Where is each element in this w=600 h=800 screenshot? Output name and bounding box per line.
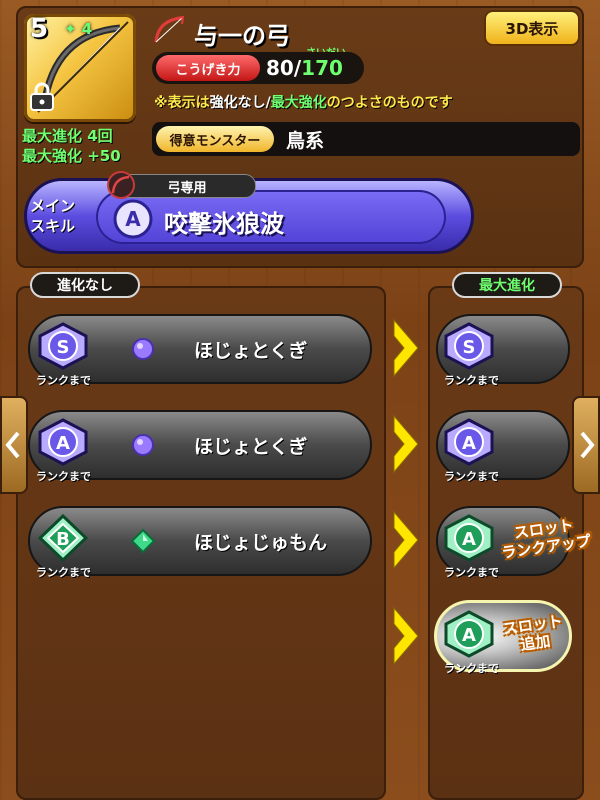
max-slot-1-rank-note: ランクまで — [444, 374, 499, 387]
attack-label: こうげき力 — [156, 55, 260, 81]
rank-a-badge: A — [38, 418, 88, 466]
max-slot-4-rank: A — [462, 625, 476, 646]
evolution-info: 最大進化 4回 最大強化 +50 — [22, 126, 121, 166]
rank-a-green-badge: A — [444, 514, 494, 562]
max-slot-2-rank: A — [462, 433, 476, 454]
max-slot-1-rank: S — [463, 337, 476, 358]
arrow-right-icon — [393, 414, 419, 474]
note-part5: のつよさのものです — [326, 95, 453, 111]
main-skill-label: メイン スキル — [30, 196, 75, 236]
gem-purple-icon — [132, 338, 154, 360]
arrow-right-icon — [393, 318, 419, 378]
max-evolution: 最大進化 4回 — [22, 127, 113, 145]
max-slot-3-rank-note: ランクまで — [444, 566, 499, 579]
max-enhance: 最大強化 +50 — [22, 147, 121, 165]
base-slot-1-rank-note: ランクまで — [36, 374, 91, 387]
favored-monster-row: 得意モンスター 鳥系 — [152, 122, 580, 156]
favored-monster-label: 得意モンスター — [156, 126, 274, 152]
attack-stat-row: こうげき力 80 / 170 — [152, 52, 364, 84]
max-slot-3-rank: A — [462, 529, 476, 550]
base-slot-3-name: ほじょじゅもん — [194, 532, 328, 554]
base-panel-title: 進化なし — [30, 272, 140, 298]
base-slot-2-rank: A — [56, 433, 70, 454]
max-panel-title: 最大進化 — [452, 272, 562, 298]
max-slot-4-rank-note: ランクまで — [444, 662, 499, 675]
star-count-value: 4 — [81, 20, 93, 38]
bow-type-icon — [154, 15, 185, 43]
base-slot-3-rank: B — [56, 529, 70, 550]
rank-a-badge: A — [444, 418, 494, 466]
base-slot-2-name: ほじょとくぎ — [194, 436, 308, 458]
base-slot-1-name: ほじょとくぎ — [194, 340, 308, 362]
weapon-name: 与一の弓 — [194, 22, 290, 50]
main-skill-label-line1: メイン — [30, 197, 76, 215]
weapon-rank: 5 — [30, 14, 49, 44]
max-slot-2-rank-note: ランクまで — [444, 470, 499, 483]
note-part4: 最大強化 — [270, 95, 327, 111]
chevron-left-icon — [5, 431, 20, 459]
note-part2: 強化なし — [209, 95, 266, 111]
rank-a-green-badge: A — [444, 610, 494, 658]
rank-b-badge: B — [37, 514, 89, 562]
base-slot-3-rank-note: ランクまで — [36, 566, 91, 579]
favored-monster-value: 鳥系 — [286, 129, 325, 152]
rank-a-badge: A — [113, 199, 153, 239]
gem-green-icon — [130, 528, 156, 554]
next-weapon-tab[interactable] — [572, 396, 600, 494]
attack-max: 170 — [301, 56, 343, 80]
stat-note: ※表示は強化なし/最大強化のつよさのものです — [154, 92, 453, 112]
chevron-right-icon — [580, 431, 595, 459]
rank-s-badge: S — [38, 322, 88, 370]
lock-icon[interactable] — [28, 82, 56, 112]
base-slot-1-rank: S — [57, 337, 70, 358]
rank-s-badge: S — [444, 322, 494, 370]
base-slot-2-rank-note: ランクまで — [36, 470, 91, 483]
arrow-right-icon — [393, 606, 419, 666]
view-3d-button[interactable]: 3D表示 — [484, 10, 580, 46]
bow-restriction-icon — [107, 171, 135, 199]
attack-value: 80 — [266, 56, 294, 80]
attack-separator: / — [293, 56, 302, 80]
svg-text:A: A — [125, 207, 141, 231]
prev-weapon-tab[interactable] — [0, 396, 28, 494]
note-part1: ※表示は — [154, 95, 210, 111]
skill-restriction-tab: 弓専用 — [118, 174, 256, 198]
main-skill-label-line2: スキル — [30, 217, 76, 235]
main-skill-name: 咬撃氷狼波 — [164, 210, 284, 238]
gem-purple-icon — [132, 434, 154, 456]
arrow-right-icon — [393, 510, 419, 570]
star-count: ✦ 4 — [64, 20, 93, 38]
